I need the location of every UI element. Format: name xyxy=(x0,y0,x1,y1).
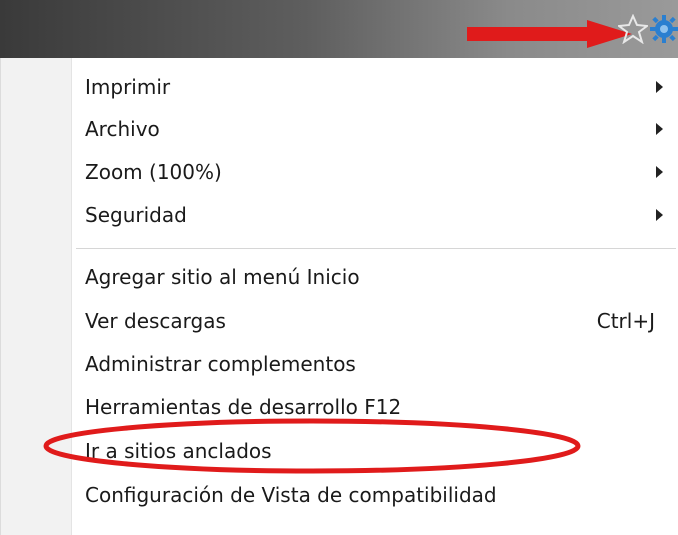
red-arrow-annotation xyxy=(467,20,632,48)
menu-separator xyxy=(76,248,676,250)
menu-item-vista-compatibilidad[interactable]: Configuración de Vista de compatibilidad xyxy=(85,476,665,514)
menu-item-label: Ver descargas xyxy=(85,309,226,333)
menu-item-label: Administrar complementos xyxy=(85,352,356,376)
menu-item-agregar-sitio[interactable]: Agregar sitio al menú Inicio xyxy=(85,258,665,296)
menu-item-label: Seguridad xyxy=(85,203,187,227)
menu-item-label: Zoom (100%) xyxy=(85,160,222,184)
browser-toolbar xyxy=(0,0,678,59)
star-icon[interactable] xyxy=(618,14,648,44)
menu-item-label: Agregar sitio al menú Inicio xyxy=(85,265,360,289)
submenu-arrow-icon xyxy=(656,209,663,221)
menu-item-ver-descargas[interactable]: Ver descargas Ctrl+J xyxy=(85,302,665,340)
menu-item-label: Archivo xyxy=(85,117,160,141)
menu-item-label: Imprimir xyxy=(85,75,171,99)
menu-item-administrar-complementos[interactable]: Administrar complementos xyxy=(85,345,665,383)
gear-icon[interactable] xyxy=(650,14,678,44)
submenu-arrow-icon xyxy=(656,123,663,135)
red-ellipse-annotation xyxy=(43,418,581,474)
menu-item-archivo[interactable]: Archivo xyxy=(85,110,665,148)
submenu-arrow-icon xyxy=(656,81,663,93)
menu-item-seguridad[interactable]: Seguridad xyxy=(85,196,665,234)
submenu-arrow-icon xyxy=(656,166,663,178)
menu-item-label: Configuración de Vista de compatibilidad xyxy=(85,483,497,507)
menu-item-zoom[interactable]: Zoom (100%) xyxy=(85,153,665,191)
menu-item-imprimir[interactable]: Imprimir xyxy=(85,68,665,106)
menu-item-shortcut: Ctrl+J xyxy=(596,309,655,333)
